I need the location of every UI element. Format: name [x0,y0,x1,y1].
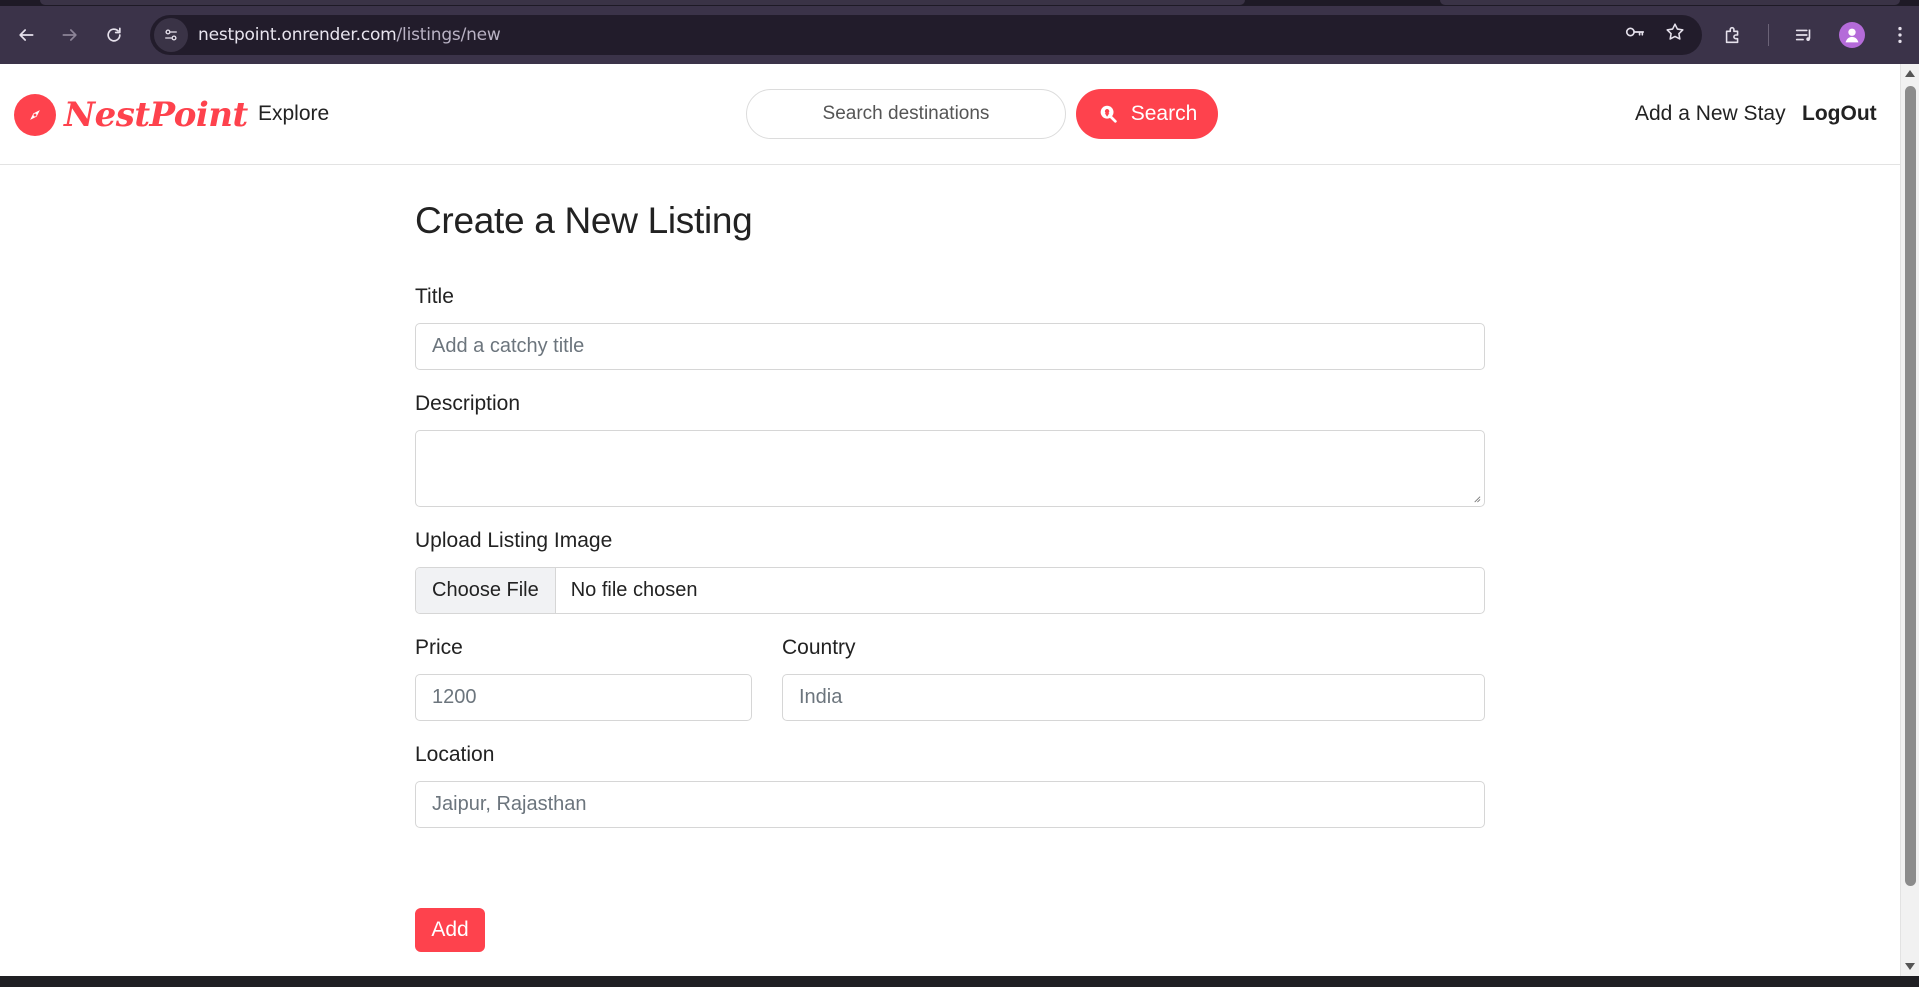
country-input[interactable]: India [782,674,1485,721]
nav-explore-link[interactable]: Explore [258,102,329,126]
browser-toolbar: nestpoint.onrender.com/listings/new [0,6,1919,64]
brand-name: NestPoint [64,95,248,135]
toolbar-divider [1768,24,1769,46]
choose-file-button[interactable]: Choose File [416,568,556,613]
site-info-button[interactable] [154,18,188,52]
media-control-icon[interactable] [1793,24,1815,46]
image-upload-label: Upload Listing Image [415,529,613,552]
browser-tab[interactable] [1440,0,1900,5]
page-scrollbar[interactable] [1900,64,1919,976]
password-key-icon[interactable] [1624,21,1646,43]
image-file-input[interactable]: Choose File No file chosen [415,567,1485,614]
url-path: /listings/new [396,25,501,45]
title-input[interactable]: Add a catchy title [415,323,1485,370]
forward-button[interactable] [52,17,88,53]
compass-icon [14,94,56,136]
back-arrow-icon [19,29,34,41]
price-label: Price [415,636,463,659]
browser-tab[interactable] [40,0,1245,5]
scroll-up-icon[interactable] [1905,70,1915,77]
site-navbar: NestPoint Explore Search destinations Se… [0,64,1900,165]
country-label: Country [782,636,856,659]
price-input[interactable]: 1200 [415,674,752,721]
description-textarea[interactable] [415,430,1485,507]
reload-button[interactable] [96,17,132,53]
url-text: nestpoint.onrender.com/listings/new [198,25,501,45]
os-taskbar [0,976,1919,987]
location-input[interactable]: Jaipur, Rajasthan [415,781,1485,828]
scroll-down-icon[interactable] [1905,963,1915,970]
location-label: Location [415,743,495,766]
more-vert-icon[interactable] [1889,24,1911,46]
description-label: Description [415,392,521,415]
file-status-text: No file chosen [570,579,698,601]
back-button[interactable] [8,17,44,53]
search-button[interactable]: Search [1076,89,1218,139]
nav-logout-link[interactable]: LogOut [1802,102,1877,126]
tune-icon [165,29,177,41]
title-label: Title [415,285,454,308]
brand-logo-link[interactable]: NestPoint [14,94,248,136]
address-bar[interactable]: nestpoint.onrender.com/listings/new [150,15,1702,55]
scroll-thumb[interactable] [1905,86,1916,886]
forward-arrow-icon [62,29,77,41]
resize-grip-icon[interactable] [1472,494,1481,503]
profile-avatar[interactable] [1839,22,1865,48]
search-input[interactable]: Search destinations [746,89,1066,139]
url-host: nestpoint.onrender.com [198,25,397,45]
search-location-icon [1100,105,1117,123]
page-title: Create a New Listing [415,200,753,241]
bookmark-star-icon[interactable] [1664,21,1686,43]
search-button-label: Search [1130,102,1198,125]
nav-add-stay-link[interactable]: Add a New Stay [1635,102,1786,126]
profile-icon [1845,28,1859,43]
add-button[interactable]: Add [415,908,485,952]
extensions-icon[interactable] [1722,24,1744,46]
reload-icon [107,27,121,42]
